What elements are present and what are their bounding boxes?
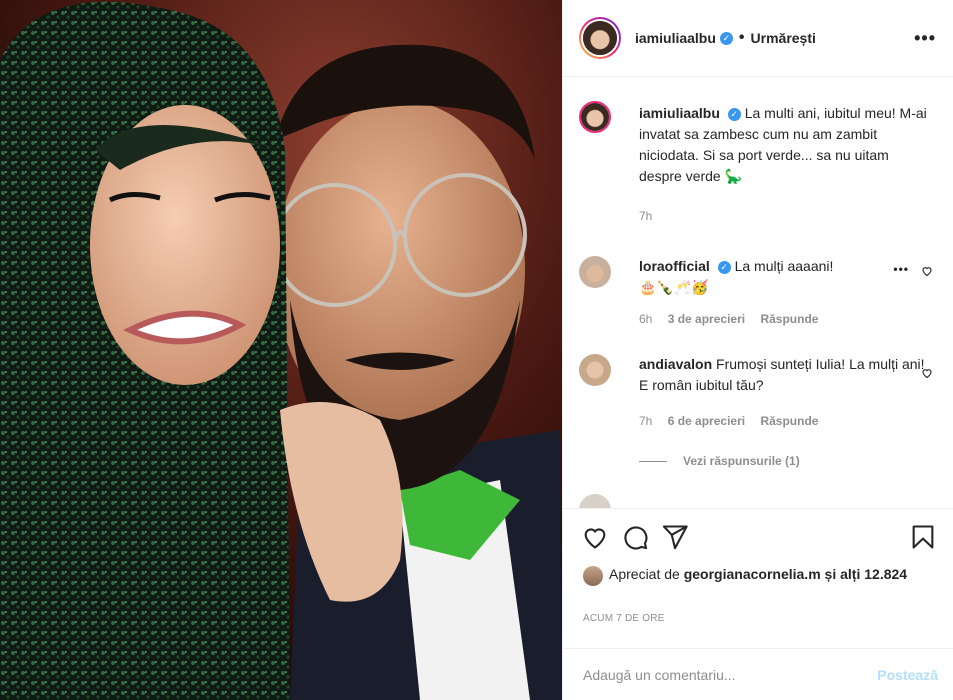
- comment-likes[interactable]: 6 de aprecieri: [668, 414, 745, 428]
- comment-time[interactable]: 7h: [639, 414, 652, 428]
- comment-likes[interactable]: 3 de aprecieri: [668, 312, 745, 326]
- verified-badge-icon: ✓: [727, 107, 741, 121]
- heart-icon[interactable]: [581, 523, 609, 551]
- likes-summary: Apreciat de georgianacornelia.m și alți …: [583, 565, 909, 586]
- caption-time[interactable]: 7h: [639, 209, 652, 223]
- comment-time[interactable]: 6h: [639, 312, 652, 326]
- comment-icon[interactable]: [621, 523, 649, 551]
- share-icon[interactable]: [661, 523, 689, 551]
- post-photo[interactable]: [0, 0, 562, 700]
- comment-options-icon[interactable]: •••: [893, 262, 909, 276]
- reply-button[interactable]: Răspunde: [760, 414, 818, 428]
- commenter-avatar[interactable]: [579, 354, 611, 386]
- comments-list[interactable]: iamiuliaalbu ✓ La multi ani, iubitul meu…: [563, 78, 953, 508]
- post-actions: Apreciat de georgianacornelia.m și alți …: [563, 508, 953, 658]
- liker-avatar[interactable]: [583, 566, 603, 586]
- comment-like-heart-icon[interactable]: [921, 265, 933, 277]
- post-photo-illustration: [0, 0, 562, 700]
- comment-meta: 6h 3 de aprecieri Răspunde: [639, 312, 830, 326]
- comment-like-heart-icon[interactable]: [921, 367, 933, 379]
- commenter-avatar[interactable]: [579, 256, 611, 288]
- liker-username[interactable]: georgianacornelia.m: [684, 566, 821, 582]
- caption-username[interactable]: iamiuliaalbu: [639, 105, 720, 121]
- post-sidebar: iamiuliaalbu ✓ • Urmărești ••• iamiuliaa…: [562, 0, 953, 700]
- commenter-username[interactable]: andiavalon: [639, 356, 712, 372]
- bookmark-icon[interactable]: [909, 523, 937, 551]
- likes-and: și: [824, 566, 837, 582]
- likes-others[interactable]: alți 12.824: [840, 566, 907, 582]
- caption-avatar[interactable]: [579, 101, 611, 133]
- view-replies-button[interactable]: Vezi răspunsurile (1): [639, 454, 800, 468]
- commenter-avatar[interactable]: [579, 494, 611, 508]
- author-avatar[interactable]: [579, 17, 621, 59]
- following-button[interactable]: Urmărești: [751, 30, 816, 46]
- post-timestamp[interactable]: ACUM 7 DE ORE: [583, 613, 665, 624]
- author-username[interactable]: iamiuliaalbu: [635, 30, 716, 46]
- add-comment-bar: Postează: [563, 648, 953, 700]
- commenter-username[interactable]: loraofficial: [639, 258, 710, 274]
- post-header: iamiuliaalbu ✓ • Urmărești •••: [563, 0, 953, 77]
- post-comment-button[interactable]: Postează: [877, 667, 938, 683]
- verified-badge-icon: ✓: [719, 31, 733, 45]
- view-replies-label: Vezi răspunsurile (1): [683, 454, 800, 468]
- header-separator: •: [738, 29, 745, 46]
- comment-input[interactable]: [583, 666, 878, 683]
- more-options-icon[interactable]: •••: [914, 28, 936, 49]
- replies-divider: [639, 460, 667, 462]
- comment-text: La mulți aaaani!: [734, 258, 834, 274]
- reply-button[interactable]: Răspunde: [760, 312, 818, 326]
- verified-badge-icon: ✓: [717, 260, 731, 274]
- comment-emoji: 🎂🍾🥂🥳: [639, 279, 709, 295]
- comment-meta: 7h 6 de aprecieri Răspunde: [639, 414, 830, 428]
- likes-prefix: Apreciat de: [609, 566, 680, 582]
- caption-meta: 7h: [639, 209, 664, 223]
